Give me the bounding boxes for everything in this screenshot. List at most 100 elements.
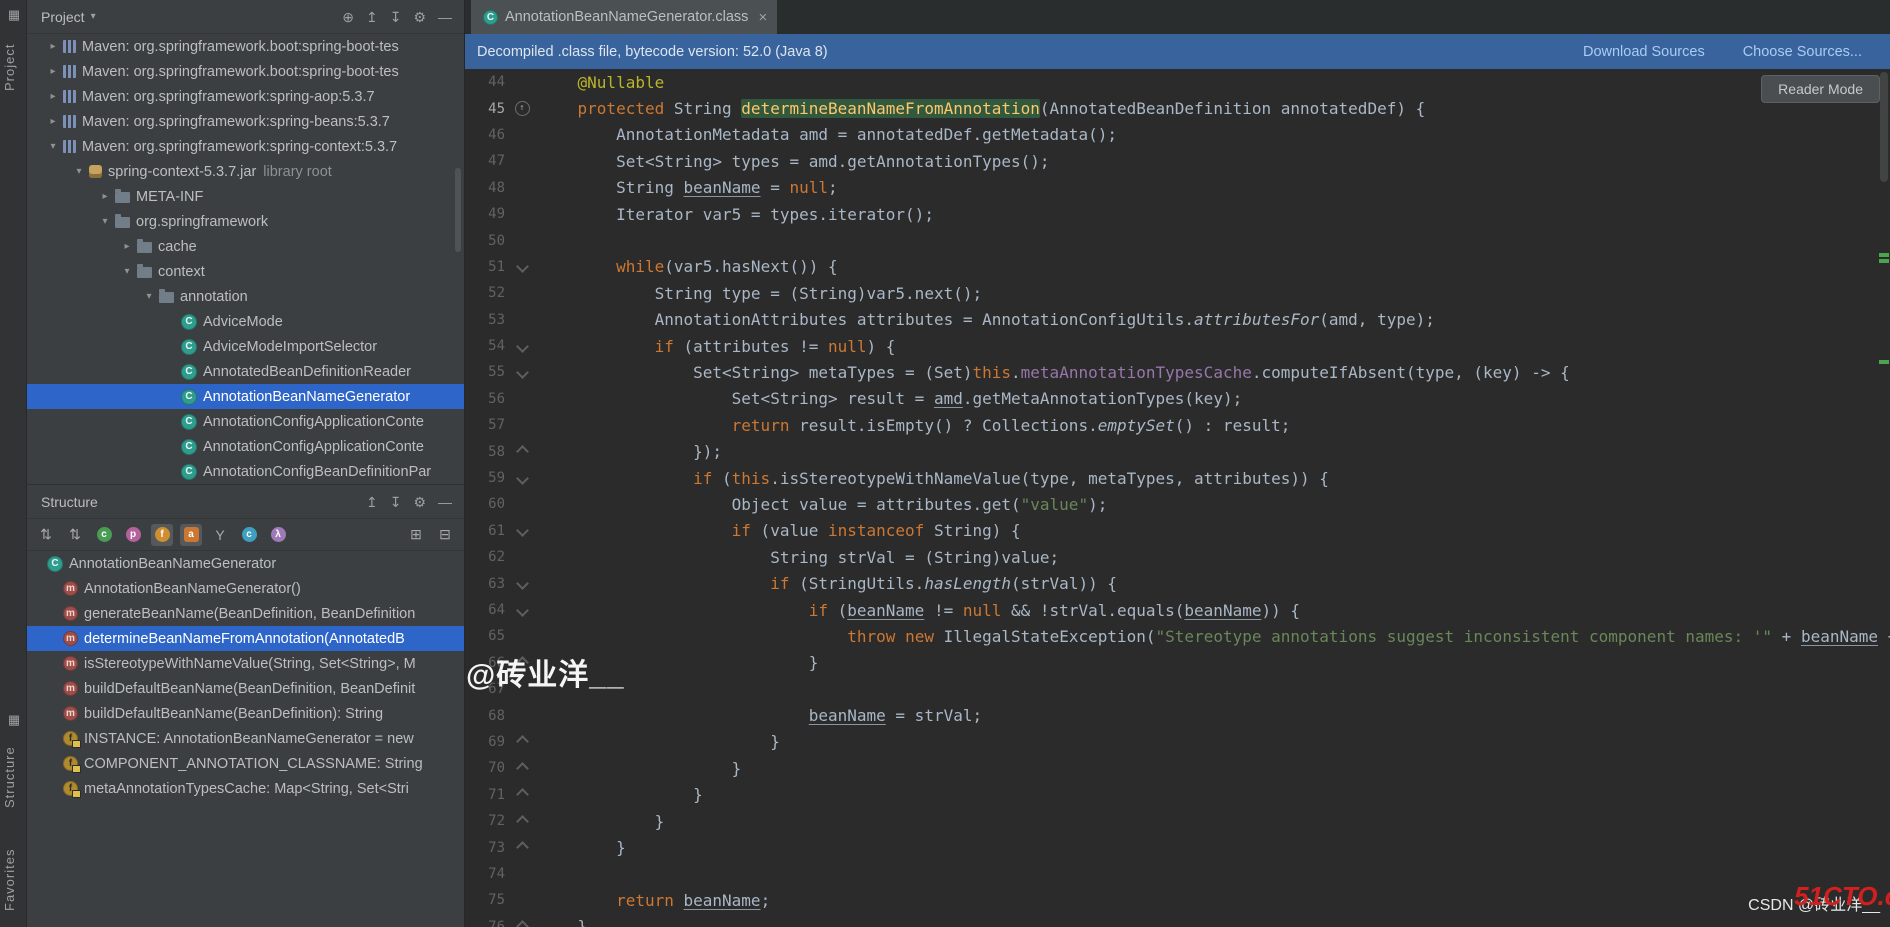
gutter[interactable] (505, 524, 539, 538)
fold-close-icon[interactable] (515, 445, 529, 459)
error-stripe-mark[interactable] (1879, 253, 1889, 257)
fold-open-icon[interactable] (515, 603, 529, 617)
code-line[interactable]: 51 while(var5.hasNext()) { (465, 254, 1890, 280)
show-fields-toggle[interactable]: f (151, 523, 173, 546)
code-line[interactable]: 68 beanName = strVal; (465, 702, 1890, 728)
code-line[interactable]: 56 Set<String> result = amd.getMetaAnnot… (465, 386, 1890, 412)
structure-tree-row[interactable]: f COMPONENT_ANNOTATION_CLASSNAME: String (27, 751, 464, 776)
code-line[interactable]: 64 if (beanName != null && !strVal.equal… (465, 597, 1890, 623)
sort-alphabetically-icon[interactable]: ⇅ (35, 524, 57, 546)
line-number[interactable]: 55 (475, 364, 505, 380)
editor-scrollbar[interactable] (1880, 72, 1888, 182)
structure-tree-row[interactable]: m buildDefaultBeanName(BeanDefinition, Be… (27, 676, 464, 701)
line-number[interactable]: 44 (475, 74, 505, 90)
fold-open-icon[interactable] (515, 366, 529, 379)
settings-gear-icon[interactable]: ⚙ (413, 9, 426, 25)
line-number[interactable]: 56 (475, 391, 505, 407)
chevron-collapsed-icon[interactable]: ▸ (45, 91, 61, 102)
hide-panel-icon[interactable]: — (438, 9, 452, 25)
show-anonymous-toggle[interactable]: a (180, 523, 202, 546)
project-tree-row[interactable]: ▸ Maven: org.springframework:spring-beans… (27, 109, 464, 134)
gutter[interactable]: ↑ (505, 101, 539, 117)
code-line[interactable]: 52 String type = (String)var5.next(); (465, 280, 1890, 306)
code-viewport[interactable]: 44 @Nullable 45 ↑ protected String determi… (465, 69, 1890, 927)
line-number[interactable]: 50 (475, 233, 505, 249)
code-line[interactable]: 60 Object value = attributes.get("value"… (465, 491, 1890, 517)
line-number[interactable]: 49 (475, 206, 505, 222)
gutter[interactable] (505, 260, 539, 274)
gutter[interactable] (505, 577, 539, 590)
project-tree-row[interactable]: ▾ context (27, 259, 464, 284)
structure-tree-row[interactable]: m determineBeanNameFromAnnotation(Annotat… (27, 626, 464, 651)
code-line[interactable]: 75 return beanName; (465, 887, 1890, 913)
line-number[interactable]: 60 (475, 496, 505, 512)
fold-open-icon[interactable] (515, 471, 529, 485)
project-tree-row[interactable]: ▸ Maven: org.springframework.boot:spring-… (27, 34, 464, 59)
fold-close-icon[interactable] (515, 735, 529, 749)
project-tree-row[interactable]: C AnnotationConfigApplicationConte (27, 434, 464, 459)
code-line[interactable]: 71 } (465, 782, 1890, 808)
collapse-all-icon[interactable]: ↥ (366, 9, 378, 25)
code-line[interactable]: 70 } (465, 755, 1890, 781)
gutter[interactable] (505, 814, 539, 828)
project-tree-row[interactable]: ▸ META-INF (27, 184, 464, 209)
code-line[interactable]: 66 } (465, 650, 1890, 676)
show-lambdas-toggle[interactable]: λ (267, 524, 289, 546)
hide-panel-icon[interactable]: — (438, 494, 452, 510)
line-number[interactable]: 53 (475, 312, 505, 328)
code-line[interactable]: 62 String strVal = (String)value; (465, 544, 1890, 570)
sort-by-visibility-icon[interactable]: ⇅ (64, 524, 86, 546)
line-number[interactable]: 63 (475, 576, 505, 592)
line-number[interactable]: 65 (475, 628, 505, 644)
download-sources-link[interactable]: Download Sources (1583, 44, 1705, 60)
project-tree-row[interactable]: C AnnotationConfigApplicationConte (27, 409, 464, 434)
project-tree-row[interactable]: C AdviceModeImportSelector (27, 334, 464, 359)
override-marker-icon[interactable]: ↑ (514, 101, 530, 117)
chevron-expanded-icon[interactable]: ▾ (97, 216, 113, 227)
code-line[interactable]: 53 AnnotationAttributes attributes = Ann… (465, 307, 1890, 333)
line-number[interactable]: 73 (475, 840, 505, 856)
structure-tree-row[interactable]: f INSTANCE: AnnotationBeanNameGenerator =… (27, 726, 464, 751)
project-tree-row[interactable]: C AnnotationBeanNameGenerator (27, 384, 464, 409)
project-tree-row[interactable]: ▾ spring-context-5.3.7.jar library root (27, 159, 464, 184)
project-tree-row[interactable]: C AnnotatedBeanDefinitionReader (27, 359, 464, 384)
line-number[interactable]: 62 (475, 549, 505, 565)
structure-tree-row[interactable]: m isStereotypeWithNameValue(String, Set<S… (27, 651, 464, 676)
line-number[interactable]: 54 (475, 338, 505, 354)
show-inherited-toggle[interactable]: c (238, 524, 260, 546)
code-line[interactable]: 46 AnnotationMetadata amd = annotatedDef… (465, 122, 1890, 148)
fold-close-icon[interactable] (515, 761, 529, 775)
code-line[interactable]: 67 (465, 676, 1890, 702)
error-stripe-mark[interactable] (1879, 259, 1889, 263)
project-tree-row[interactable]: ▾ Maven: org.springframework:spring-conte… (27, 134, 464, 159)
gutter[interactable] (505, 366, 539, 379)
tool-window-button-favorites[interactable]: Favorites (2, 838, 24, 922)
line-number[interactable]: 75 (475, 892, 505, 908)
line-number[interactable]: 71 (475, 787, 505, 803)
settings-gear-icon[interactable]: ⚙ (413, 494, 426, 510)
line-number[interactable]: 52 (475, 285, 505, 301)
gutter[interactable] (505, 339, 539, 353)
line-number[interactable]: 58 (475, 444, 505, 460)
project-tree-row[interactable]: ▾ annotation (27, 284, 464, 309)
gutter[interactable] (505, 841, 539, 854)
gutter[interactable] (505, 920, 539, 927)
code-line[interactable]: 61 if (value instanceof String) { (465, 518, 1890, 544)
structure-tool-icon[interactable]: ▦ (6, 712, 22, 728)
line-number[interactable]: 45 (475, 101, 505, 117)
chevron-collapsed-icon[interactable]: ▸ (119, 241, 135, 252)
project-tree-row[interactable]: C AnnotationConfigBeanDefinitionPar (27, 459, 464, 484)
close-icon[interactable]: × (758, 9, 767, 26)
chevron-expanded-icon[interactable]: ▾ (119, 266, 135, 277)
show-classes-toggle[interactable]: c (93, 524, 115, 546)
code-line[interactable]: 48 String beanName = null; (465, 175, 1890, 201)
project-tree-row[interactable]: C AdviceMode (27, 309, 464, 334)
project-tree-row[interactable]: ▸ Maven: org.springframework:spring-aop:5… (27, 84, 464, 109)
filter-icon[interactable]: Y (209, 524, 231, 546)
code-line[interactable]: 69 } (465, 729, 1890, 755)
code-line[interactable]: 72 } (465, 808, 1890, 834)
code-line[interactable]: 54 if (attributes != null) { (465, 333, 1890, 359)
code-line[interactable]: 45 ↑ protected String determineBeanNameFr… (465, 95, 1890, 121)
fold-open-icon[interactable] (515, 524, 529, 538)
locate-file-icon[interactable]: ⊕ (342, 9, 354, 25)
